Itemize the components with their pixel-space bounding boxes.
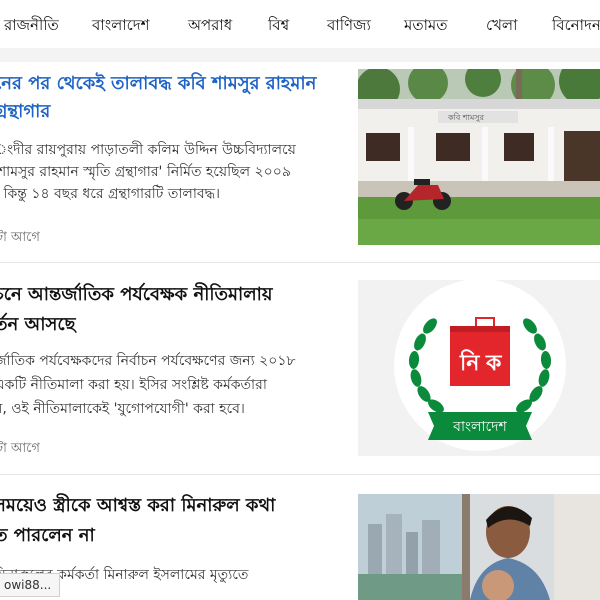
- divider: [0, 474, 600, 475]
- logo-letter-left: নি: [459, 349, 480, 376]
- article-timestamp: টা আগে: [0, 441, 40, 456]
- logo-letter-right: ক: [485, 351, 503, 376]
- logo-banner-text: বাংলাদেশ: [452, 419, 507, 435]
- nav-item-entertainment[interactable]: বিনোদন: [552, 14, 600, 39]
- article-summary-line: একটি নীতিমালা করা হয়। ইসির সংশ্লিষ্ট কর…: [0, 377, 267, 393]
- building-sign-text: কবি শামসুর: [447, 113, 485, 122]
- article-thumbnail-man[interactable]: [358, 494, 600, 600]
- nav-item-bangladesh[interactable]: বাংলাদেশ: [92, 14, 149, 39]
- article-headline-line[interactable]: র্তন আসছে: [0, 311, 346, 339]
- article-headline-line[interactable]: ত পারলেন না: [0, 522, 346, 550]
- category-nav: রাজনীতি বাংলাদেশ অপরাধ বিশ্ব বাণিজ্য মতা…: [0, 0, 600, 49]
- article-card[interactable]: সময়েও স্ত্রীকে আশ্বস্ত করা মিনারুল কথা …: [0, 480, 600, 600]
- article-summary-line: 'শামসুর রাহমান স্মৃতি গ্রন্থাগার' নির্মি…: [0, 164, 291, 180]
- article-summary-line: র্জাতিক পর্যবেক্ষকদের নির্বাচন পর্যবেক্ষ…: [0, 353, 296, 369]
- browser-status-bar: owi88...: [0, 573, 61, 597]
- nav-item-opinion[interactable]: মতামত: [404, 14, 448, 39]
- divider: [0, 262, 600, 263]
- article-summary-line: ংদীর রায়পুরায় পাড়াতলী কলিম উদ্দিন উচ্…: [0, 142, 296, 158]
- article-summary-line: । কিন্তু ১৪ বছর ধরে গ্রন্থাগারটি তালাবদ্…: [0, 186, 220, 202]
- article-thumbnail-logo[interactable]: নি ক বাংলাদেশ: [358, 280, 600, 456]
- article-card[interactable]: নের পর থেকেই তালাবদ্ধ কবি শামসুর রাহমান …: [0, 62, 600, 255]
- nav-item-crime[interactable]: অপরাধ: [188, 14, 232, 39]
- article-summary-line: ন, ওই নীতিমালাকেই 'যুগোপযোগী' করা হবে।: [0, 401, 245, 417]
- nav-item-world[interactable]: বিশ্ব: [268, 14, 289, 39]
- content-spacer: [0, 48, 600, 62]
- article-headline-line[interactable]: সময়েও স্ত্রীকে আশ্বস্ত করা মিনারুল কথা: [0, 492, 346, 520]
- article-timestamp: টা আগে: [0, 230, 40, 245]
- article-headline-line[interactable]: নের পর থেকেই তালাবদ্ধ কবি শামসুর রাহমান: [0, 70, 346, 98]
- article-card[interactable]: চনে আন্তর্জাতিক পর্যবেক্ষক নীতিমালায় র্…: [0, 268, 600, 463]
- status-url-text: owi88...: [4, 578, 52, 592]
- article-headline-line[interactable]: চনে আন্তর্জাতিক পর্যবেক্ষক নীতিমালায়: [0, 281, 346, 309]
- article-headline-line[interactable]: গ্রন্থাগার: [0, 98, 346, 126]
- nav-item-business[interactable]: বাণিজ্য: [327, 14, 371, 39]
- article-thumbnail-building[interactable]: কবি শামসুর: [358, 69, 600, 245]
- nav-item-politics[interactable]: রাজনীতি: [4, 14, 59, 39]
- nav-item-sports[interactable]: খেলা: [486, 14, 517, 39]
